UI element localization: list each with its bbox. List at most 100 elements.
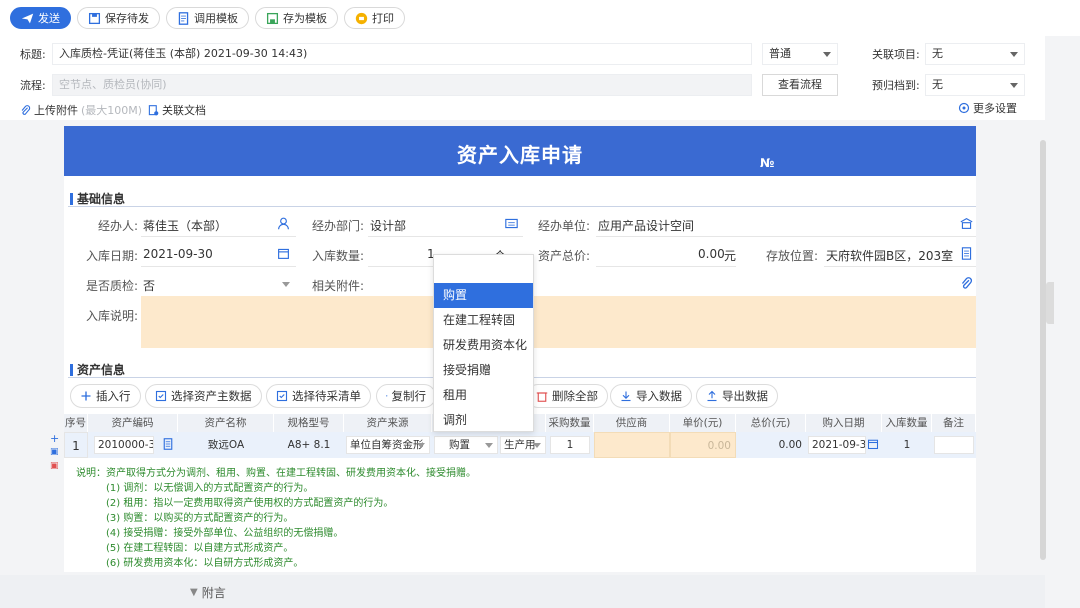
section-asset-info: 资产信息	[70, 361, 125, 378]
flow-input[interactable]: 空节点、质检员(协同)	[52, 74, 752, 96]
insert-row-button[interactable]: 插入行	[70, 384, 141, 408]
print-icon	[355, 12, 368, 24]
copy-row-label: 复制行	[391, 389, 427, 403]
location-value[interactable]: 天府软件园B区，203室	[826, 247, 953, 264]
dropdown-option-donation[interactable]: 接受捐赠	[434, 358, 533, 383]
chevron-down-icon	[417, 443, 425, 448]
section-basic-info: 基础信息	[70, 190, 125, 207]
col-header: 采购数量	[546, 414, 594, 432]
explanation-text: 说明：资产取得方式分为调剂、租用、购置、在建工程转固、研发费用资本化、接受捐赠。…	[76, 466, 476, 571]
list-icon[interactable]	[960, 247, 973, 260]
copy-row-icon[interactable]: ▣	[50, 447, 59, 457]
unit-price-cell[interactable]: 0.00	[670, 432, 736, 458]
more-settings-link[interactable]: 更多设置	[958, 100, 1017, 116]
gear-icon	[958, 102, 970, 114]
total-value: 0.00	[698, 247, 725, 261]
usage-select[interactable]: 生产用	[500, 436, 546, 454]
upload-limit: (最大100M)	[81, 104, 143, 117]
org-chart-icon[interactable]	[505, 217, 518, 230]
delete-row-icon[interactable]: ▣	[50, 461, 59, 471]
handler-label: 经办人:	[97, 219, 138, 233]
calendar-icon[interactable]	[867, 438, 879, 450]
select-master-button[interactable]: 选择资产主数据	[145, 384, 262, 408]
dropdown-option-transfer[interactable]: 调剂	[434, 408, 533, 433]
asset-code-cell[interactable]: 2010000-3	[94, 436, 154, 454]
row-seq: 1	[64, 432, 88, 458]
attach-label: 相关附件:	[311, 279, 364, 293]
dept-value[interactable]: 设计部	[370, 217, 406, 234]
chevron-down-icon	[823, 52, 831, 57]
delete-all-button[interactable]: 删除全部	[526, 384, 608, 408]
export-data-button[interactable]: 导出数据	[696, 384, 778, 408]
insert-row-label: 插入行	[96, 389, 131, 403]
explain-line: (5) 在建工程转固：以自建方式形成资产。	[106, 543, 294, 554]
comment-toggle[interactable]: ▼ 附言	[190, 584, 226, 601]
dropdown-option-purchase[interactable]: 购置	[434, 283, 533, 308]
upload-attachment-link[interactable]: 上传附件 (最大100M)	[20, 102, 142, 118]
col-header: 序号	[64, 414, 88, 432]
send-icon	[21, 13, 34, 23]
comment-label: 附言	[201, 586, 226, 600]
calendar-icon[interactable]	[277, 247, 290, 260]
import-data-button[interactable]: 导入数据	[610, 384, 692, 408]
asset-source-select[interactable]: 单位自筹资金形	[346, 436, 430, 454]
col-header: 购入日期	[806, 414, 882, 432]
asset-spec-cell: A8+ 8.1	[287, 439, 331, 451]
archive-label: 预归档到:	[872, 79, 920, 92]
add-row-icon[interactable]: +	[50, 432, 59, 445]
related-doc-link[interactable]: 关联文档	[148, 102, 206, 118]
chevron-down-icon	[485, 443, 493, 448]
dept-label: 经办部门:	[311, 219, 364, 233]
explain-line: (6) 研发费用资本化：以自研方式形成资产。	[106, 558, 304, 569]
location-label: 存放位置:	[765, 249, 818, 263]
dropdown-option-lease[interactable]: 租用	[434, 383, 533, 408]
person-icon[interactable]	[277, 217, 290, 230]
send-button[interactable]: 发送	[10, 7, 71, 29]
date-value[interactable]: 2021-09-30	[143, 247, 213, 261]
dropdown-search-input[interactable]	[434, 255, 533, 283]
save-template-button[interactable]: 存为模板	[255, 7, 338, 29]
import-icon	[621, 391, 631, 402]
archive-value: 无	[932, 78, 943, 91]
title-input[interactable]: 入库质检-凭证(蒋佳玉 (本部) 2021-09-30 14:43)	[52, 43, 752, 65]
qc-label: 是否质检:	[85, 279, 138, 293]
document-link-icon	[148, 104, 159, 115]
col-header: 备注	[932, 414, 976, 432]
copy-row-button[interactable]: 复制行	[376, 384, 436, 408]
paperclip-icon[interactable]	[960, 277, 973, 290]
title-label: 标题:	[20, 48, 46, 61]
save-template-label: 存为模板	[283, 12, 327, 25]
purchase-qty-cell[interactable]: 1	[550, 436, 590, 454]
explain-line: (2) 租用：指以一定费用取得资产使用权的方式配置资产的行为。	[106, 498, 394, 509]
use-template-button[interactable]: 调用模板	[166, 7, 249, 29]
import-label: 导入数据	[636, 389, 682, 403]
remark-cell[interactable]	[934, 436, 974, 454]
acquire-method-select[interactable]: 购置	[434, 436, 498, 454]
header-form: 标题: 入库质检-凭证(蒋佳玉 (本部) 2021-09-30 14:43) 普…	[0, 36, 1045, 120]
print-button[interactable]: 打印	[344, 7, 405, 29]
related-project-select[interactable]: 无	[925, 43, 1025, 65]
list-icon[interactable]	[162, 437, 174, 451]
buy-date-cell[interactable]: 2021-09-30	[808, 436, 866, 454]
side-panel-handle[interactable]	[1046, 282, 1054, 324]
supplier-cell[interactable]	[594, 432, 670, 458]
qc-select[interactable]: 否	[141, 273, 296, 295]
paperclip-icon	[21, 104, 31, 115]
template-icon	[178, 11, 189, 25]
view-flow-button[interactable]: 查看流程	[762, 74, 838, 96]
unit-label: 经办单位:	[537, 219, 590, 233]
remark-textarea[interactable]	[141, 296, 976, 348]
unit-value[interactable]: 应用产品设计空间	[598, 217, 694, 234]
send-label: 发送	[38, 12, 60, 25]
dropdown-option-rd-capital[interactable]: 研发费用资本化	[434, 333, 533, 358]
dropdown-option-construction[interactable]: 在建工程转固	[434, 308, 533, 333]
handler-value[interactable]: 蒋佳玉（本部）	[143, 217, 227, 234]
qc-value: 否	[143, 279, 156, 293]
priority-select[interactable]: 普通	[762, 43, 838, 65]
chevron-down-icon	[1010, 52, 1018, 57]
building-icon[interactable]	[960, 217, 973, 230]
save-draft-button[interactable]: 保存待发	[77, 7, 160, 29]
archive-select[interactable]: 无	[925, 74, 1025, 96]
select-purchase-button[interactable]: 选择待采清单	[266, 384, 371, 408]
vertical-scrollbar[interactable]	[1040, 140, 1046, 560]
